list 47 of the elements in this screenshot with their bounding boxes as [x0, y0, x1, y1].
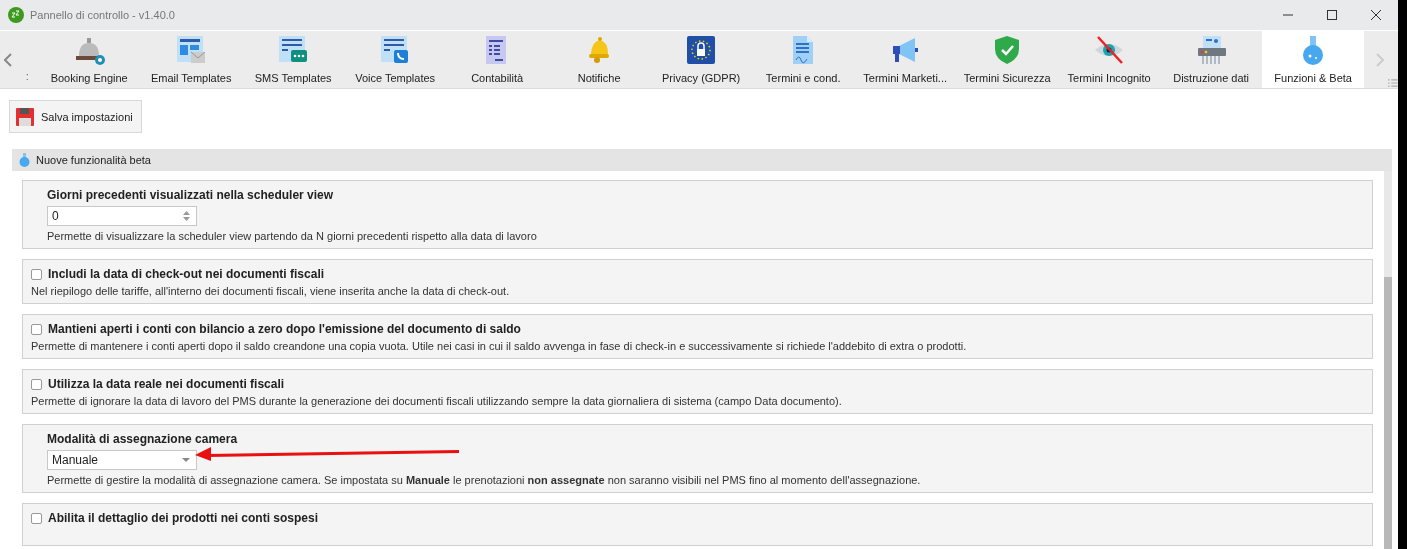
tab[interactable]: Termini Incognito — [1058, 31, 1161, 88]
checkbox[interactable] — [31, 323, 42, 335]
chevron-left-icon[interactable] — [4, 52, 13, 67]
setting-title: Giorni precedenti visualizzati nella scheduler view — [47, 188, 335, 202]
tab[interactable]: Distruzione dati — [1160, 31, 1263, 88]
setting-title: Utilizza la data reale nei documenti fiscali — [48, 377, 285, 391]
tab[interactable]: Booking Engine — [38, 31, 141, 88]
checkbox[interactable] — [31, 268, 42, 280]
tab[interactable]: Contabilità — [446, 31, 549, 88]
tab[interactable]: Termini Marketi... — [854, 31, 957, 88]
tab[interactable]: Termini e cond. — [752, 31, 855, 88]
tab[interactable]: Privacy (GDPR) — [650, 31, 753, 88]
setting-title: Includi la data di check-out nei documenti fiscali — [48, 267, 325, 281]
checkbox[interactable] — [31, 512, 42, 524]
tab[interactable]: Voice Templates — [344, 31, 447, 88]
setting-description: Permette di ignorare la data di lavoro del PMS durante la generazione dei documenti fiscali utilizzando sempre la data giornaliera di sistema (campo Data documento). — [31, 395, 843, 407]
padlock-stars-icon — [685, 34, 718, 66]
dropdown-field[interactable]: Manuale — [47, 450, 197, 470]
setting-title: Mantieni aperti i conti con bilancio a zero dopo l'emissione del documento di saldo — [48, 322, 521, 336]
tab[interactable]: Email Templates — [140, 31, 243, 88]
window-title: Pannello di controllo - v1.40.0 — [30, 9, 176, 21]
close-icon[interactable] — [1371, 10, 1381, 20]
app-logo-icon — [8, 7, 24, 23]
setting-title: Abilita il dettaglio dei prodotti nei conti sospesi — [48, 511, 319, 525]
shredder-icon — [1195, 34, 1228, 66]
setting-title: Modalità di assegnazione camera — [47, 432, 239, 446]
crossed-eye-icon — [1093, 34, 1126, 66]
setting-description: Permette di mantenere i conti aperti dopo il saldo creandone una copia vuota. Utile nei casi in cui il saldo avvenga in fase di check-in e successivamente si richiede l'addebito di extra o prodotti. — [31, 340, 968, 352]
caret-icon — [182, 458, 190, 462]
setting-description: Permette di gestire la modalità di assegnazione camera. Se impostata su Manuale le prenotazioni non assegnate non saranno visibili nel PMS fino al momento dell'assegnazione. — [47, 474, 922, 486]
scrollbar[interactable] — [1384, 171, 1392, 549]
list-icon[interactable] — [1388, 78, 1398, 88]
setting-description: Nel riepilogo delle tariffe, all'interno dei documenti fiscali, viene inserita anche la data di check-out. — [31, 285, 511, 297]
tab[interactable]: Notifiche — [548, 31, 651, 88]
checkbox[interactable] — [31, 378, 42, 390]
flask-icon — [19, 153, 30, 167]
spinner-arrows-icon — [183, 211, 190, 221]
tab[interactable]: Funzioni & Beta — [1262, 31, 1365, 88]
tab[interactable]: SMS Templates — [242, 31, 345, 88]
group-title: Nuove funzionalità beta — [36, 154, 151, 166]
tab[interactable]: : — [16, 31, 39, 88]
setting-description: Permette di visualizzare la scheduler view partendo da N giorni precedenti rispetto alla data di lavoro — [47, 230, 538, 242]
maximize-icon[interactable] — [1327, 10, 1337, 20]
template-mail-icon — [175, 34, 208, 66]
tab[interactable]: Termini Sicurezza — [956, 31, 1059, 88]
save-button[interactable]: Salva impostazioni — [9, 100, 142, 133]
number-field[interactable]: 0 — [47, 206, 197, 226]
